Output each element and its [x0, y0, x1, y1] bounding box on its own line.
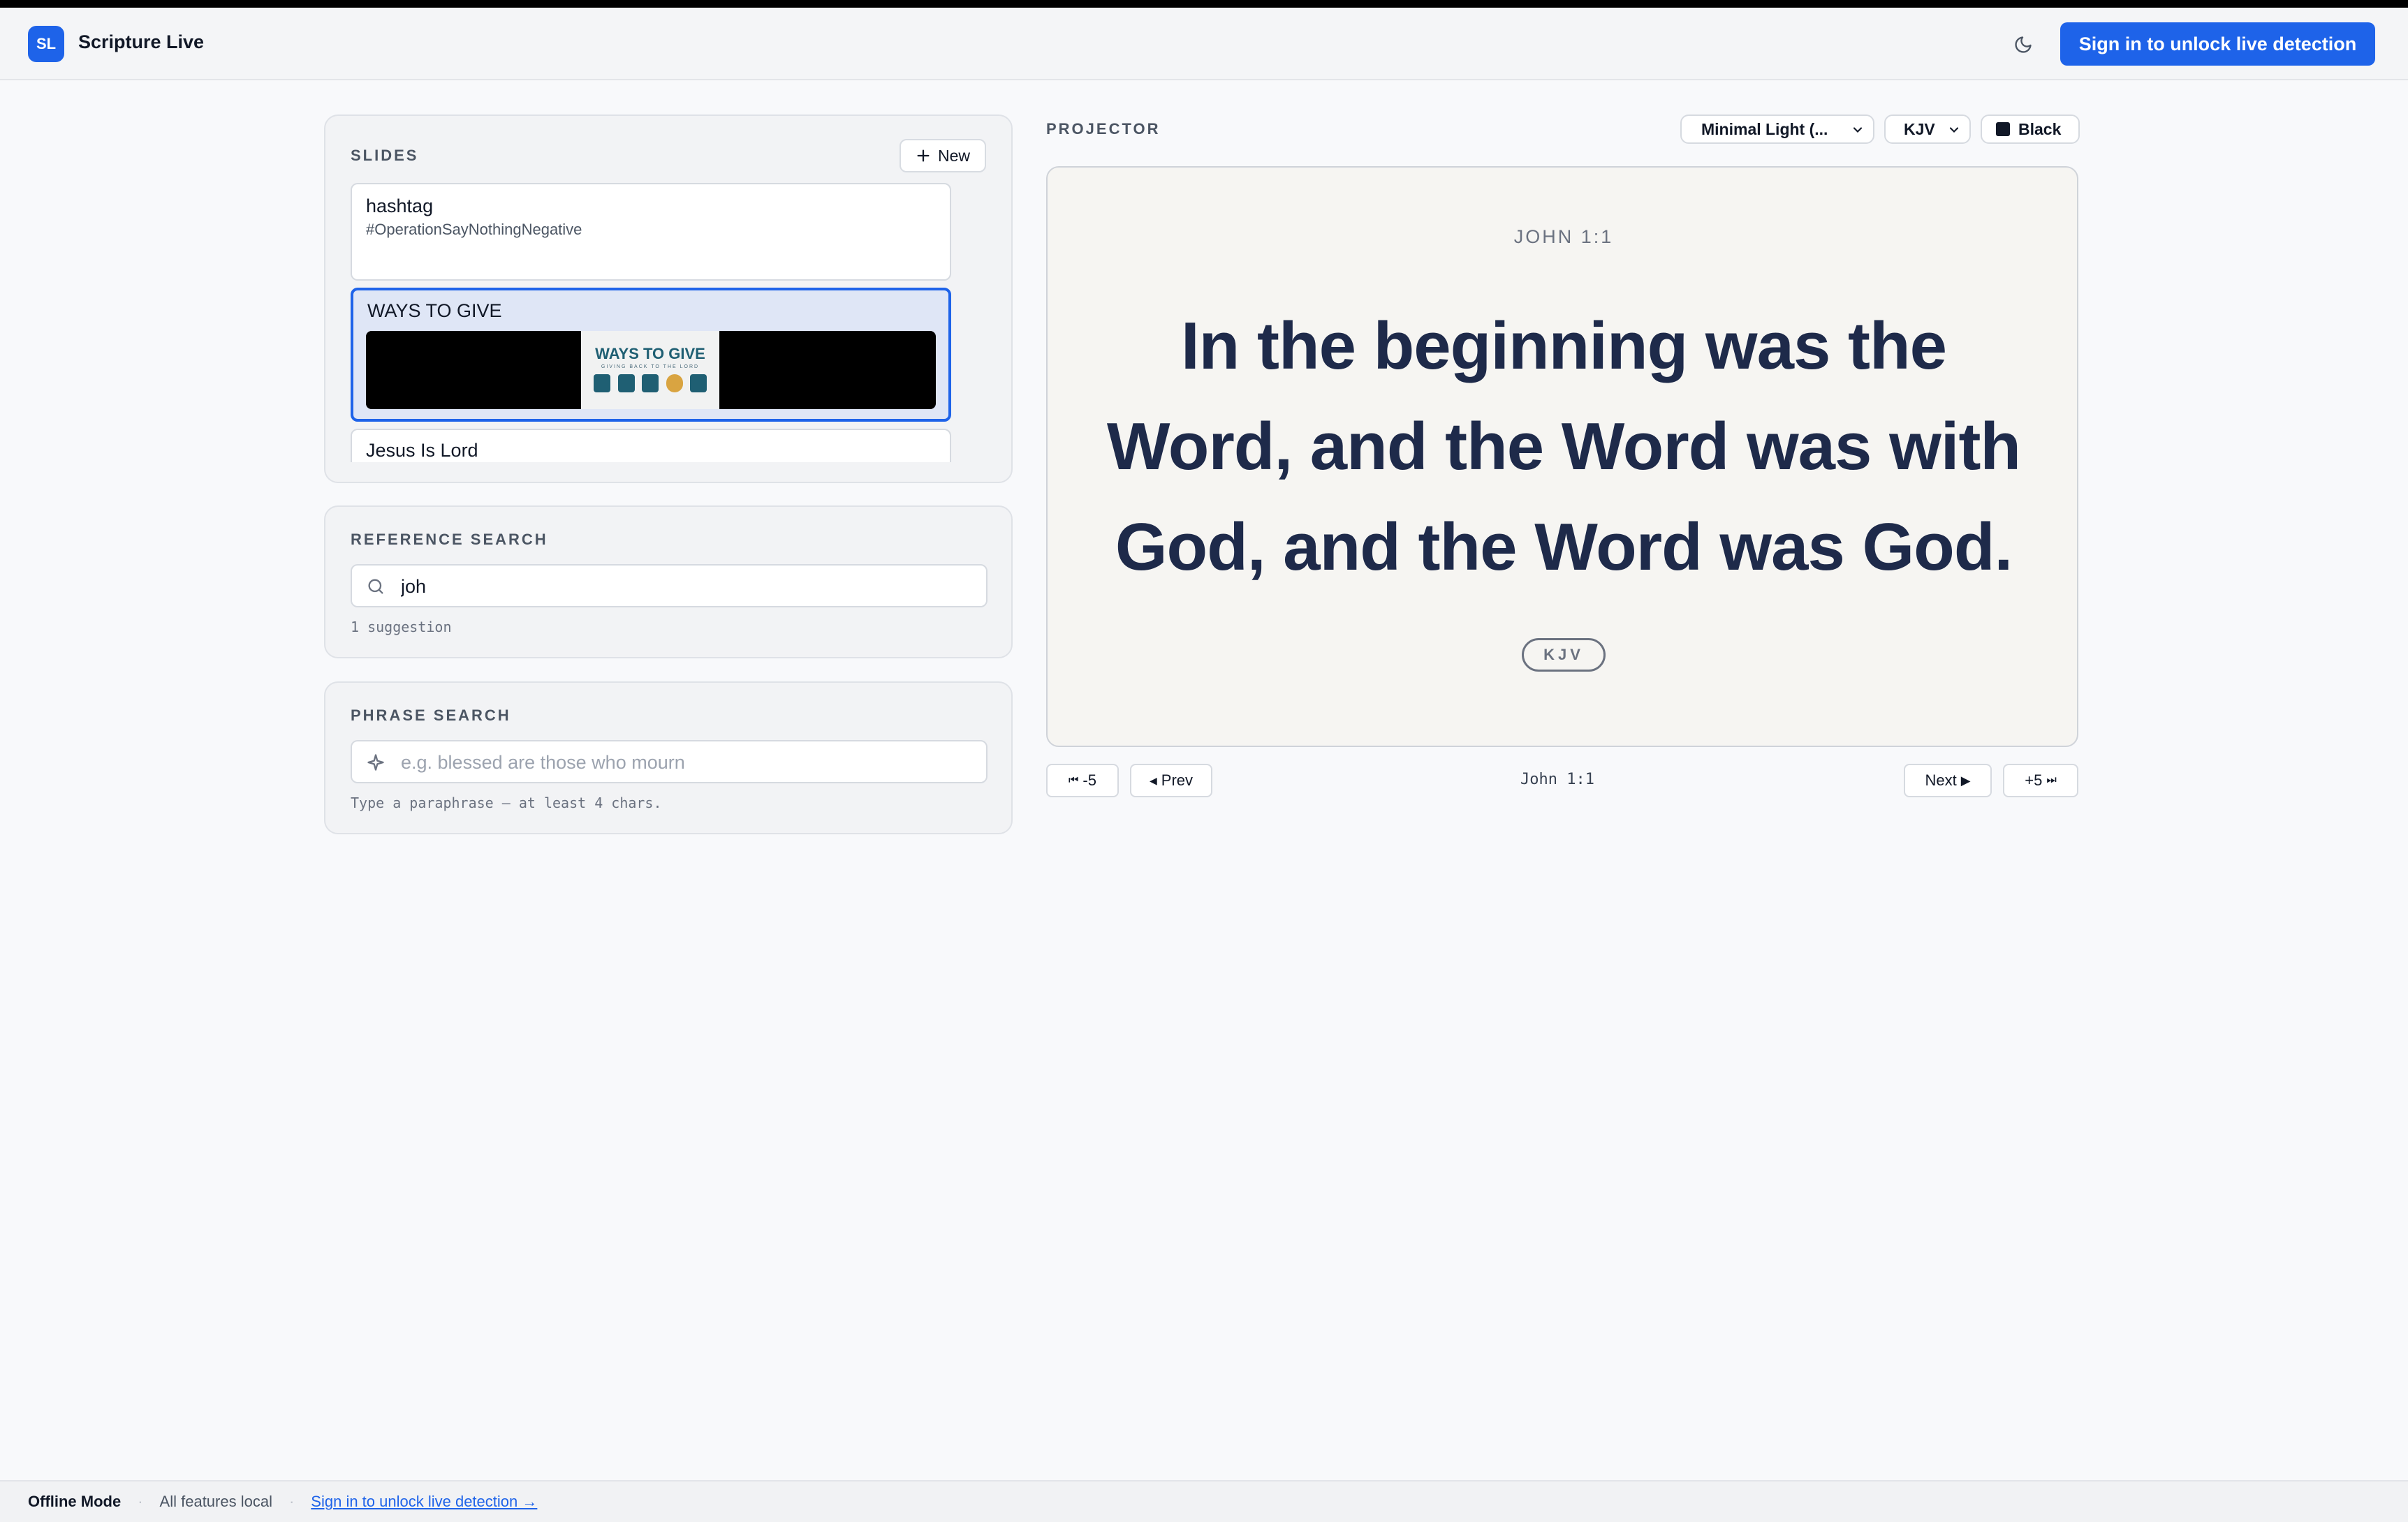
prev-icon: ◀ [1149, 774, 1157, 786]
thumbnail-title: WAYS TO GIVE [595, 345, 705, 362]
sparkle-icon [367, 754, 384, 771]
slide-subtitle: #OperationSayNothingNegative [366, 221, 582, 238]
thumbnail-icons [594, 374, 707, 402]
slide-title: hashtag [366, 195, 434, 216]
slide-item-selected[interactable]: WAYS TO GIVE WAYS TO GIVE GIVING BACK TO… [351, 288, 951, 422]
window-top-bar [0, 0, 2408, 8]
thumbnail-subtitle: GIVING BACK TO THE LORD [601, 364, 700, 369]
app-title: Scripture Live [78, 31, 205, 52]
slide-title: WAYS TO GIVE [367, 300, 502, 321]
next-button[interactable]: Next ▶ [1904, 764, 1992, 797]
black-screen-label: Black [2018, 119, 2062, 138]
phrase-search-hint: Type a paraphrase — at least 4 chars. [351, 795, 662, 811]
projector-title: PROJECTOR [1046, 120, 1161, 138]
slide-title: Jesus Is Lord [366, 440, 478, 461]
reference-search-field[interactable] [351, 564, 988, 607]
plus-icon [917, 149, 930, 162]
signin-button[interactable]: Sign in to unlock live detection [2060, 22, 2375, 66]
slide-thumbnail: WAYS TO GIVE GIVING BACK TO THE LORD [366, 331, 936, 409]
back-5-label: -5 [1082, 771, 1096, 789]
phrase-search-title: PHRASE SEARCH [351, 707, 511, 724]
theme-select[interactable]: Minimal Light (... [1680, 114, 1874, 144]
prev-label: Prev [1161, 771, 1194, 789]
chevron-down-icon [1853, 127, 1863, 133]
phrase-search-field[interactable] [351, 740, 988, 783]
separator-dot: · [288, 1493, 295, 1510]
black-screen-button[interactable]: Black [1981, 114, 2080, 144]
reference-search-title: REFERENCE SEARCH [351, 531, 548, 548]
prev-button[interactable]: ◀ Prev [1130, 764, 1212, 797]
skip-back-icon: ⏮ [1069, 774, 1079, 786]
slide-item[interactable]: Jesus Is Lord [351, 429, 951, 462]
play-icon: ▶ [1960, 773, 1971, 788]
offline-mode-label: Offline Mode [28, 1493, 122, 1510]
theme-toggle-button[interactable] [2011, 33, 2035, 57]
reference-search-panel: REFERENCE SEARCH 1 suggestion [324, 505, 1013, 658]
local-features-label: All features local [159, 1493, 272, 1510]
separator-dot: · [138, 1493, 143, 1510]
version-badge: KJV [1522, 638, 1606, 672]
forward-5-label: +5 [2025, 771, 2043, 789]
verse-reference: JOHN 1:1 [1513, 226, 1614, 247]
reference-search-input[interactable] [401, 574, 974, 599]
forward-5-button[interactable]: +5 ⏭ [2003, 764, 2078, 797]
chevron-down-icon [1949, 127, 1959, 133]
app-logo: SL [28, 26, 64, 62]
projector-preview: JOHN 1:1 In the beginning was the Word, … [1046, 166, 2078, 747]
back-5-button[interactable]: ⏮ -5 [1046, 764, 1119, 797]
slides-title: SLIDES [351, 147, 419, 164]
slide-item[interactable]: hashtag #OperationSayNothingNegative [351, 183, 951, 281]
next-label: Next [1925, 771, 1957, 789]
phrase-search-panel: PHRASE SEARCH Type a paraphrase — at lea… [324, 681, 1013, 834]
reference-search-hint: 1 suggestion [351, 619, 452, 635]
slide-list[interactable]: hashtag #OperationSayNothingNegative WAY… [351, 183, 953, 462]
moon-icon [2015, 36, 2032, 53]
version-select-value: KJV [1904, 119, 1935, 138]
skip-forward-icon: ⏭ [2046, 774, 2057, 786]
nav-status: John 1:1 [1520, 771, 1594, 788]
version-select[interactable]: KJV [1884, 114, 1971, 144]
new-slide-button[interactable]: New [900, 139, 986, 172]
black-square-icon [1996, 122, 2010, 136]
theme-select-value: Minimal Light (... [1701, 119, 1828, 138]
slide-thumbnail-image: WAYS TO GIVE GIVING BACK TO THE LORD [581, 331, 719, 409]
footer-signin-link[interactable]: Sign in to unlock live detection → [311, 1493, 537, 1511]
new-slide-label: New [937, 146, 970, 165]
search-icon [368, 579, 383, 594]
status-footer: Offline Mode · All features local · Sign… [0, 1480, 2408, 1522]
slides-panel: SLIDES New hashtag #OperationSayNothingN… [324, 114, 1013, 483]
verse-text: In the beginning was the Word, and the W… [1106, 309, 2021, 584]
app-header: SL Scripture Live Sign in to unlock live… [0, 8, 2408, 80]
phrase-search-input[interactable] [401, 750, 974, 775]
